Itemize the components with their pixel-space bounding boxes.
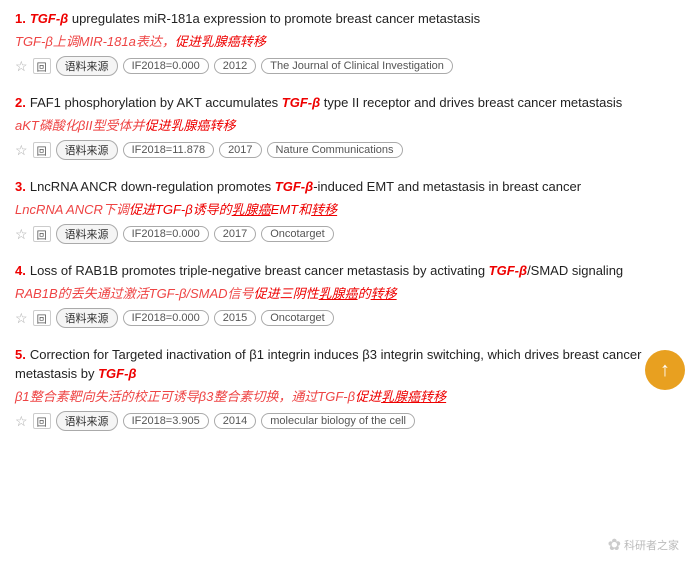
star-icon[interactable]: ☆ bbox=[15, 310, 28, 327]
result-title-5: 5.Correction for Targeted inactivation o… bbox=[15, 346, 682, 384]
result-number-1: 1. bbox=[15, 11, 26, 26]
result-subtitle-3: LncRNA ANCR下调促进TGF-β诱导的乳腺癌EMT和转移 bbox=[15, 201, 682, 219]
title-part: /SMAD signaling bbox=[527, 263, 623, 278]
source-tag[interactable]: 语料来源 bbox=[56, 56, 118, 76]
result-number-4: 4. bbox=[15, 263, 26, 278]
result-subtitle-1: TGF-β上调MIR-181a表达，促进乳腺癌转移 bbox=[15, 33, 682, 51]
subtitle-part: 转移 bbox=[420, 389, 446, 404]
year-tag[interactable]: 2014 bbox=[214, 413, 256, 429]
result-title-4: 4. Loss of RAB1B promotes triple-negative… bbox=[15, 262, 682, 281]
if-tag[interactable]: IF2018=0.000 bbox=[123, 310, 209, 326]
title-part: TGF-β bbox=[30, 11, 68, 26]
subtitle-part: 促进 bbox=[355, 389, 381, 404]
title-part: TGF-β bbox=[275, 179, 313, 194]
scroll-top-button[interactable]: ↑ bbox=[645, 350, 685, 390]
subtitle-part: 促进乳腺癌转移 bbox=[175, 34, 266, 49]
result-item-3: 3. LncRNA ANCR down-regulation promotes T… bbox=[15, 178, 682, 244]
bookmark-icon[interactable]: 回 bbox=[33, 310, 51, 326]
title-part: type II receptor and drives breast cance… bbox=[320, 95, 622, 110]
title-part: TGF-β bbox=[282, 95, 320, 110]
subtitle-part: TGF-β上调MIR-181a表达， bbox=[15, 34, 175, 49]
result-meta-1: ☆ 回语料来源 IF2018=0.000 2012 The Journal of Cli… bbox=[15, 56, 682, 76]
result-meta-2: ☆ 回语料来源 IF2018=11.8782017 Nature Communicat… bbox=[15, 140, 682, 160]
if-tag[interactable]: IF2018=3.905 bbox=[123, 413, 209, 429]
result-number-3: 3. bbox=[15, 179, 26, 194]
subtitle-part: 乳腺癌 bbox=[381, 389, 420, 404]
result-subtitle-4: RAB1B的丢失通过激活TGF-β/SMAD信号促进三阴性乳腺癌的转移 bbox=[15, 285, 682, 303]
if-tag[interactable]: IF2018=0.000 bbox=[123, 226, 209, 242]
if-tag[interactable]: IF2018=11.878 bbox=[123, 142, 215, 158]
result-subtitle-2: aKT磷酸化βII型受体并促进乳腺癌转移 bbox=[15, 117, 682, 135]
title-part: TGF-β bbox=[98, 366, 136, 381]
journal-tag[interactable]: Oncotarget bbox=[261, 226, 333, 242]
result-item-2: 2. FAF1 phosphorylation by AKT accumulate… bbox=[15, 94, 682, 160]
title-part: LncRNA ANCR down-regulation promotes bbox=[30, 179, 275, 194]
subtitle-part: aKT磷酸化βII型受体并 bbox=[15, 118, 145, 133]
if-tag[interactable]: IF2018=0.000 bbox=[123, 58, 209, 74]
subtitle-part: β1整合素靶向失活的校正可诱导β3整合素切换，通过TGF-β bbox=[15, 389, 355, 404]
title-part: TGF-β bbox=[489, 263, 527, 278]
star-icon[interactable]: ☆ bbox=[15, 226, 28, 243]
year-tag[interactable]: 2017 bbox=[214, 226, 256, 242]
bookmark-icon[interactable]: 回 bbox=[33, 58, 51, 74]
title-part: Loss of RAB1B promotes triple-negative b… bbox=[30, 263, 489, 278]
subtitle-part: RAB1B的丢失通过激活TGF-β/SMAD信号 bbox=[15, 286, 254, 301]
source-tag[interactable]: 语料来源 bbox=[56, 140, 118, 160]
subtitle-part: 转移 bbox=[311, 202, 337, 217]
bookmark-icon[interactable]: 回 bbox=[33, 413, 51, 429]
result-title-1: 1. TGF-β upregulates miR-181a expression … bbox=[15, 10, 682, 29]
source-tag[interactable]: 语料来源 bbox=[56, 224, 118, 244]
title-part: -induced EMT and metastasis in breast ca… bbox=[313, 179, 581, 194]
subtitle-part: EMT和 bbox=[271, 202, 311, 217]
journal-tag[interactable]: Oncotarget bbox=[261, 310, 333, 326]
subtitle-part: 乳腺癌 bbox=[319, 286, 358, 301]
up-arrow-icon: ↑ bbox=[660, 359, 670, 382]
subtitle-part: LncRNA ANCR下调 bbox=[15, 202, 129, 217]
journal-tag[interactable]: molecular biology of the cell bbox=[261, 413, 415, 429]
year-tag[interactable]: 2015 bbox=[214, 310, 256, 326]
subtitle-part: 乳腺癌 bbox=[232, 202, 271, 217]
star-icon[interactable]: ☆ bbox=[15, 58, 28, 75]
source-tag[interactable]: 语料来源 bbox=[56, 308, 118, 328]
result-item-1: 1. TGF-β upregulates miR-181a expression … bbox=[15, 10, 682, 76]
result-number-2: 2. bbox=[15, 95, 26, 110]
watermark: ✿ 科研者之家 bbox=[608, 535, 679, 555]
bookmark-icon[interactable]: 回 bbox=[33, 142, 51, 158]
subtitle-part: 促进三阴性 bbox=[254, 286, 319, 301]
result-number-5: 5. bbox=[15, 347, 26, 362]
subtitle-part: 促进TGF-β诱导的 bbox=[129, 202, 232, 217]
result-meta-5: ☆ 回语料来源 IF2018=3.905 2014 molecular biology … bbox=[15, 411, 682, 431]
watermark-icon: ✿ bbox=[608, 535, 621, 555]
title-part: upregulates miR-181a expression to promo… bbox=[68, 11, 480, 26]
result-title-3: 3. LncRNA ANCR down-regulation promotes T… bbox=[15, 178, 682, 197]
source-tag[interactable]: 语料来源 bbox=[56, 411, 118, 431]
result-subtitle-5: β1整合素靶向失活的校正可诱导β3整合素切换，通过TGF-β促进乳腺癌转移 bbox=[15, 388, 682, 406]
subtitle-part: 促进乳腺癌转移 bbox=[145, 118, 236, 133]
result-title-2: 2. FAF1 phosphorylation by AKT accumulate… bbox=[15, 94, 682, 113]
subtitle-part: 转移 bbox=[371, 286, 397, 301]
year-tag[interactable]: 2017 bbox=[219, 142, 261, 158]
watermark-text: 科研者之家 bbox=[624, 537, 679, 553]
journal-tag[interactable]: Nature Communications bbox=[267, 142, 403, 158]
star-icon[interactable]: ☆ bbox=[15, 142, 28, 159]
journal-tag[interactable]: The Journal of Clinical Investigation bbox=[261, 58, 453, 74]
subtitle-part: 的 bbox=[358, 286, 371, 301]
star-icon[interactable]: ☆ bbox=[15, 413, 28, 430]
year-tag[interactable]: 2012 bbox=[214, 58, 256, 74]
result-item-4: 4. Loss of RAB1B promotes triple-negative… bbox=[15, 262, 682, 328]
result-item-5: 5.Correction for Targeted inactivation o… bbox=[15, 346, 682, 431]
bookmark-icon[interactable]: 回 bbox=[33, 226, 51, 242]
title-part: FAF1 phosphorylation by AKT accumulates bbox=[30, 95, 282, 110]
result-meta-4: ☆ 回语料来源 IF2018=0.000 2015 Oncotarget bbox=[15, 308, 682, 328]
result-meta-3: ☆ 回语料来源 IF2018=0.000 2017 Oncotarget bbox=[15, 224, 682, 244]
